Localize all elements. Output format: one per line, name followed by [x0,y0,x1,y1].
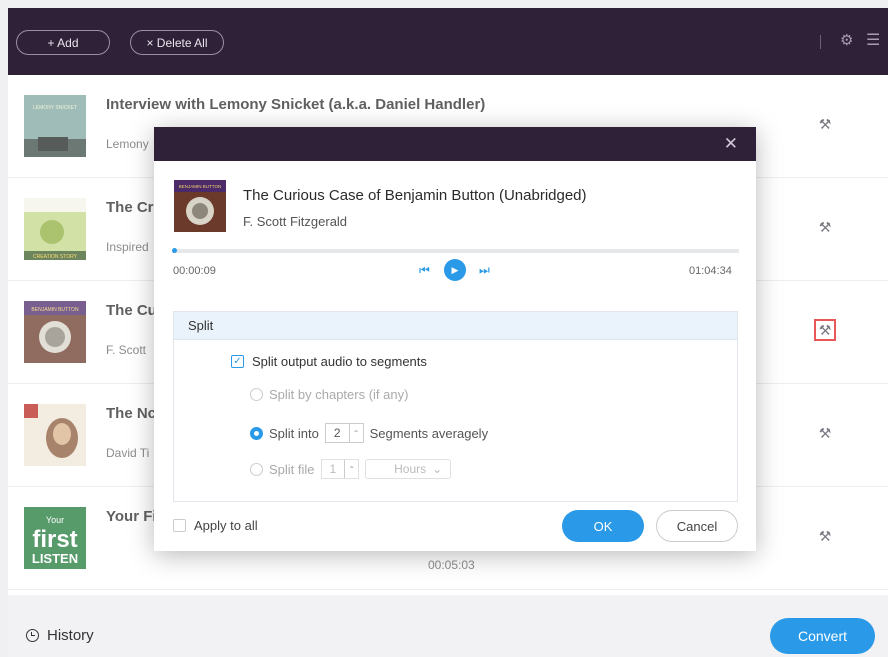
dialog-header: ✕ [154,127,756,161]
unit-value: Hours [394,462,427,476]
checkbox-checked-icon[interactable]: ✓ [231,355,244,368]
history-label: History [47,627,94,644]
split-file-stepper[interactable]: 1 ⌃ [320,459,360,479]
dialog-cover-image: BENJAMIN BUTTON [174,180,226,232]
split-dialog: ✕ BENJAMIN BUTTON The Curious Case of Be… [154,127,756,551]
split-output-label: Split output audio to segments [252,354,427,369]
segments-label: Segments averagely [369,425,489,441]
dialog-book-author: F. Scott Fitzgerald [243,214,348,229]
unit-select[interactable]: Hours ⌄ [365,459,452,479]
split-into-label: Split into [269,425,319,441]
apply-to-all-checkbox[interactable]: Apply to all [173,518,258,533]
history-button[interactable]: History [26,627,94,644]
split-by-chapters-label: Split by chapters (if any) [269,387,409,402]
segments-stepper[interactable]: 2 ⌃ [324,423,364,443]
split-header: Split [174,312,737,340]
total-time: 01:04:34 [689,265,732,277]
progress-handle[interactable] [172,248,178,253]
radio-selected-icon[interactable] [250,426,263,440]
toolbar-divider [820,35,821,49]
svg-text:BENJAMIN BUTTON: BENJAMIN BUTTON [179,184,221,189]
ok-button[interactable]: OK [562,510,644,542]
dialog-book-title: The Curious Case of Benjamin Button (Una… [243,187,587,204]
bottom-bar: History Convert [8,595,888,657]
split-file-label: Split file [269,461,315,477]
radio-unselected-icon[interactable] [250,462,263,476]
split-file-option[interactable]: Split file 1 ⌃ Hours ⌄ [250,459,452,479]
progress-slider[interactable] [172,248,739,253]
play-button[interactable]: ▶ [444,259,466,281]
stepper-arrows-icon[interactable]: ⌃ [348,424,363,442]
segments-value[interactable]: 2 [326,426,349,440]
split-by-chapters-option[interactable]: Split by chapters (if any) [250,387,408,402]
delete-all-button[interactable]: × Delete All [130,30,224,55]
top-toolbar: + Add × Delete All ⚙ ☰ [8,8,888,75]
add-label: + Add [47,35,79,50]
close-icon[interactable]: ✕ [724,134,738,154]
menu-icon[interactable]: ☰ [866,30,880,50]
chevron-down-icon: ⌄ [432,462,443,476]
radio-unselected-icon[interactable] [250,388,263,401]
previous-icon[interactable]: ⏮ [419,263,430,278]
split-file-value[interactable]: 1 [322,462,345,476]
checkbox-unchecked-icon[interactable] [173,519,186,532]
split-panel: Split ✓ Split output audio to segments S… [173,311,738,502]
next-icon[interactable]: ⏭ [479,263,490,278]
stepper-arrows-icon[interactable]: ⌃ [344,460,358,478]
delete-all-label: × Delete All [146,35,208,50]
apply-to-all-label: Apply to all [194,518,258,533]
add-button[interactable]: + Add [16,30,110,55]
split-output-checkbox[interactable]: ✓ Split output audio to segments [231,354,427,369]
convert-button[interactable]: Convert [770,618,875,654]
play-icon: ▶ [451,264,459,275]
current-time: 00:00:09 [173,265,216,277]
clock-icon [26,629,39,642]
cancel-button[interactable]: Cancel [656,510,738,542]
split-into-option[interactable]: Split into 2 ⌃ Segments averagely [250,423,488,443]
gear-icon[interactable]: ⚙ [840,31,853,49]
